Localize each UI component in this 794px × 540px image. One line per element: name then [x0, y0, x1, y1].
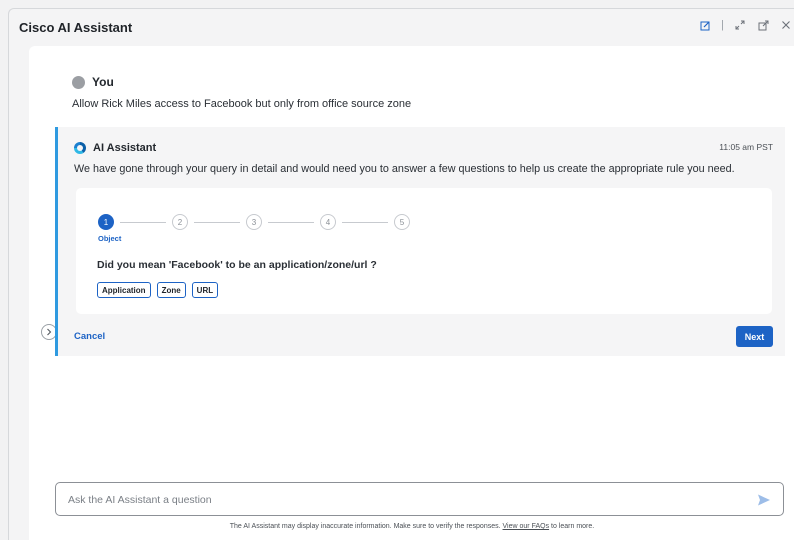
step-5: 5	[394, 214, 410, 230]
ai-assistant-logo-icon	[74, 142, 86, 154]
window-title: Cisco AI Assistant	[19, 20, 133, 35]
assistant-name: AI Assistant	[93, 142, 157, 154]
user-avatar	[72, 75, 85, 89]
close-icon[interactable]	[779, 18, 793, 32]
step-1: 1	[98, 214, 114, 230]
option-zone-button[interactable]: Zone	[156, 282, 186, 298]
step-connector	[342, 222, 388, 223]
composer	[55, 482, 784, 516]
assistant-message-text: We have gone through your query in detai…	[74, 163, 735, 175]
next-button[interactable]: Next	[736, 326, 773, 347]
option-application-button[interactable]: Application	[97, 282, 151, 298]
step-connector	[194, 222, 240, 223]
disclaimer-suffix: to learn more.	[551, 523, 595, 530]
assistant-message-card: AI Assistant 11:05 am PST We have gone t…	[55, 127, 785, 356]
actions-separator: |	[721, 19, 724, 31]
option-url-button[interactable]: URL	[191, 282, 219, 298]
disclaimer-text: The AI Assistant may display inaccurate …	[229, 523, 501, 530]
step-3: 3	[246, 214, 262, 230]
message-timestamp: 11:05 am PST	[719, 142, 773, 152]
ask-input[interactable]	[68, 491, 728, 509]
assistant-message-header: AI Assistant	[74, 142, 156, 154]
expand-icon[interactable]	[733, 18, 747, 32]
step-connector	[268, 222, 314, 223]
step-connector	[120, 222, 166, 223]
edit-icon[interactable]	[698, 18, 712, 32]
cancel-button[interactable]: Cancel	[74, 331, 105, 342]
send-icon[interactable]	[757, 493, 771, 507]
step-4: 4	[320, 214, 336, 230]
chat-panel: You Allow Rick Miles access to Facebook …	[29, 46, 794, 540]
window-actions: |	[698, 18, 793, 32]
faq-link[interactable]: View our FAQs	[503, 523, 550, 530]
title-bar: Cisco AI Assistant |	[9, 9, 794, 45]
answer-options: Application Zone URL	[97, 282, 219, 298]
wizard-stepper: 1 2 3 4 5 Object	[98, 214, 418, 244]
chevron-right-icon	[46, 323, 52, 341]
active-step-label: Object	[98, 234, 122, 243]
user-message-text: Allow Rick Miles access to Facebook but …	[72, 98, 412, 110]
wizard-question: Did you mean 'Facebook' to be an applica…	[97, 259, 377, 271]
assistant-window: Cisco AI Assistant | You Allow Rick Mile…	[8, 8, 794, 540]
user-message-header: You	[72, 75, 114, 89]
disclaimer: The AI Assistant may display inaccurate …	[29, 523, 794, 530]
step-2: 2	[172, 214, 188, 230]
user-name: You	[92, 75, 114, 89]
question-card: 1 2 3 4 5 Object Did you mean 'Facebook'…	[76, 188, 772, 314]
popout-icon[interactable]	[756, 18, 770, 32]
